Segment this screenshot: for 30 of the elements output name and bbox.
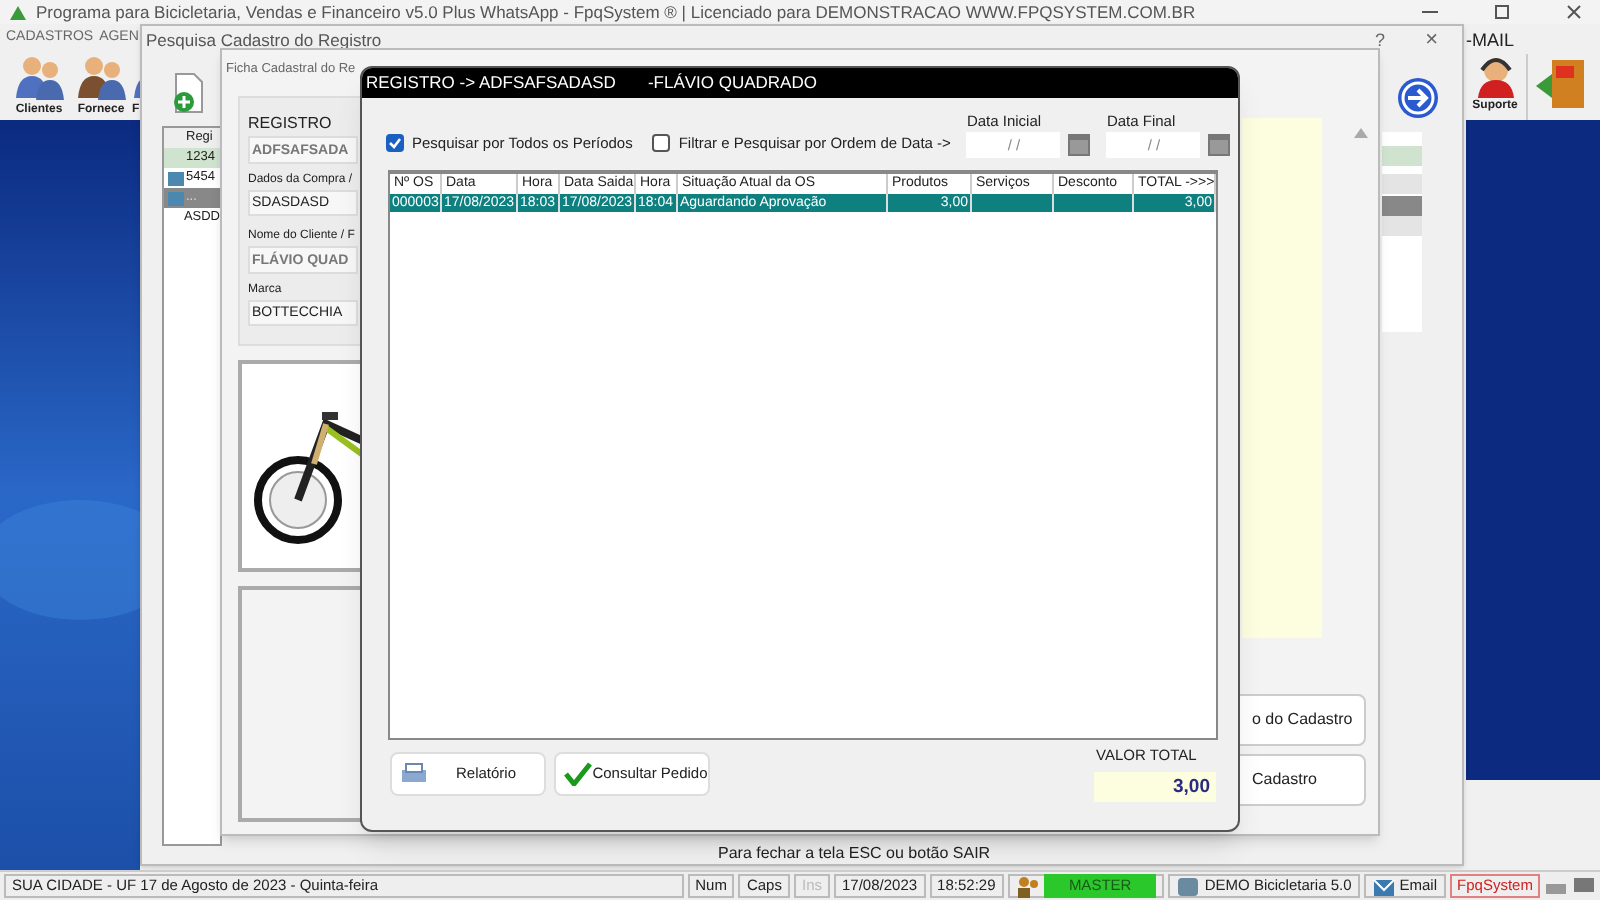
database-icon <box>1176 875 1201 897</box>
field-label: REGISTRO <box>248 112 332 136</box>
monitor-icon <box>1572 875 1597 897</box>
close-icon[interactable] <box>1564 2 1584 22</box>
people-icon <box>75 54 127 102</box>
menu-item[interactable]: -MAIL <box>1466 28 1515 55</box>
people-icon <box>1015 875 1040 897</box>
mail-icon <box>1371 875 1396 897</box>
checkbox[interactable] <box>652 133 671 152</box>
people-icon <box>13 54 65 102</box>
window-title: Programa para Bicicletaria, Vendas e Financeiro v5.0 Plus WhatsApp - FpqSystem ® | Licenciado para DEMONSTRACAO WWW.FPQSYSTEM.COM.BR <box>36 0 1196 25</box>
footer-hint: Para fechar a tela ESC ou botão SAIR <box>718 844 991 862</box>
check-icon <box>564 762 592 786</box>
close-button[interactable]: × <box>1425 24 1438 58</box>
headset-person-icon <box>1473 54 1517 98</box>
calendar-icon[interactable] <box>1208 134 1231 156</box>
dialog-subtitle: -FLÁVIO QUADRADO <box>647 70 817 96</box>
app-icon <box>8 3 28 21</box>
add-document-icon[interactable] <box>168 72 208 116</box>
check-icon <box>388 135 402 150</box>
checkbox[interactable] <box>386 133 404 152</box>
next-arrow-icon[interactable] <box>1396 76 1440 120</box>
window-title: Pesquisa Cadastro do Registro <box>146 28 384 54</box>
help-button[interactable]: ? <box>1375 27 1386 55</box>
scroll-up-icon[interactable] <box>1354 126 1368 138</box>
restore-icon[interactable] <box>1492 2 1512 22</box>
calendar-icon[interactable] <box>1068 134 1091 156</box>
total-field: 3,00 <box>1094 772 1216 803</box>
dialog-title: REGISTRO -> ADFSAFSADASD <box>366 70 616 96</box>
printer-icon <box>400 762 428 786</box>
